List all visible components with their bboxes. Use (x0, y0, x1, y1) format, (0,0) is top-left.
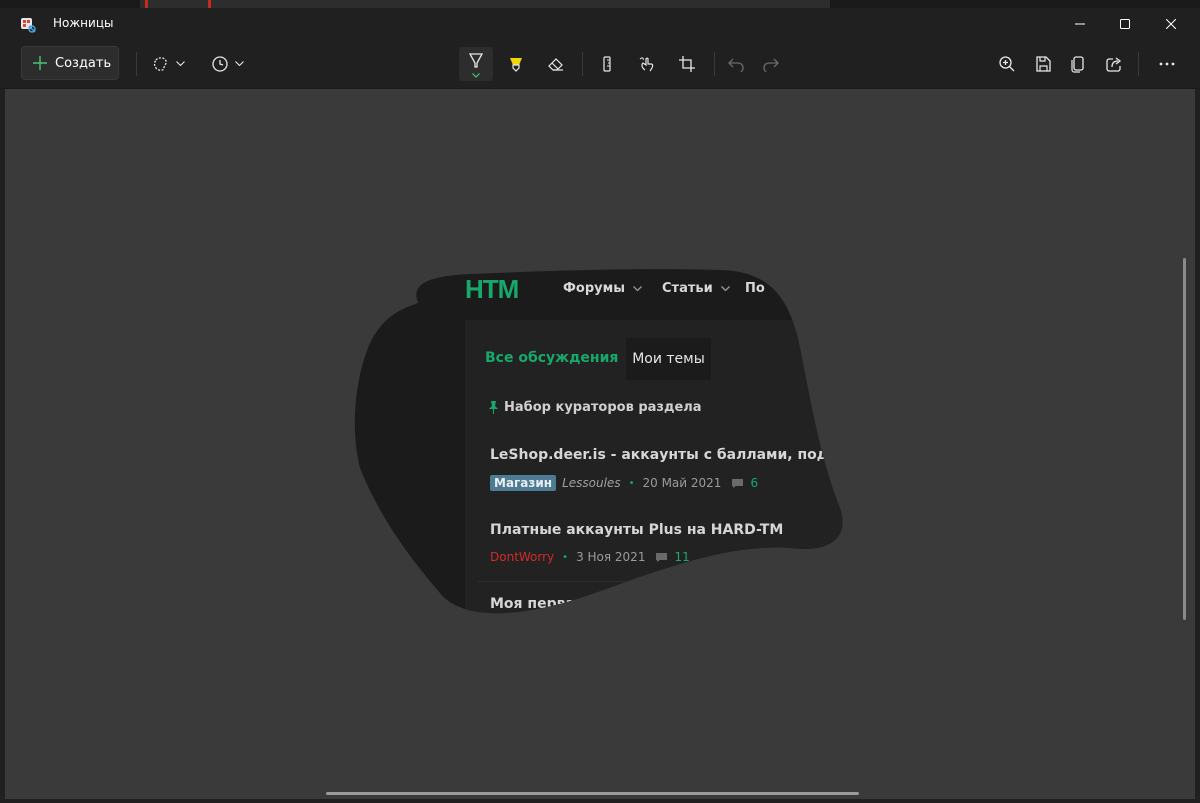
crop-icon (679, 56, 695, 72)
pin-icon (488, 401, 499, 414)
nav-forums-label: Форумы (563, 281, 625, 296)
save-icon (1036, 56, 1051, 72)
ballpoint-pen-button[interactable] (459, 47, 493, 81)
minimize-button[interactable] (1057, 8, 1103, 40)
captured-snip: HTM Форумы Статьи По Все обсуждения Мои … (350, 268, 850, 620)
window-title: Ножницы (53, 16, 114, 30)
thread-date: 20 Май 2021 (642, 476, 722, 490)
title-bar: Ножницы (0, 8, 1200, 40)
thread-date: 3 Ноя 2021 (576, 550, 646, 564)
thread-title: Платные аккаунты Plus на HARD-TM (490, 522, 784, 538)
comment-icon (655, 552, 668, 563)
ruler-button[interactable] (590, 47, 624, 81)
maximize-icon (1120, 19, 1130, 29)
crop-button[interactable] (670, 47, 704, 81)
thread-meta: Магазин Lessoules • 20 Май 2021 6 (490, 475, 758, 491)
separator-dot: • (562, 551, 569, 563)
share-button[interactable] (1097, 47, 1131, 81)
comment-icon (731, 478, 744, 489)
touch-write-icon (639, 57, 654, 72)
zoom-in-icon (999, 56, 1015, 72)
new-snip-label: Создать (55, 55, 112, 71)
nav-articles-label: Статьи (662, 281, 713, 296)
new-snip-button[interactable]: Создать (21, 46, 119, 80)
zoom-button[interactable] (990, 47, 1024, 81)
thread-author: Lessoules (562, 476, 621, 490)
tab-my-topics: Мои темы (626, 338, 711, 380)
close-icon (1166, 19, 1176, 29)
delay-dropdown[interactable] (206, 47, 248, 81)
nav-more-label: По (745, 281, 765, 296)
toolbar-divider (136, 52, 137, 76)
chevron-down-icon (472, 73, 480, 78)
chevron-down-icon (721, 286, 730, 292)
tab-all-discussions: Все обсуждения (485, 350, 619, 366)
snip-mode-dropdown[interactable] (147, 47, 189, 81)
maximize-button[interactable] (1102, 8, 1148, 40)
snipping-tool-window: Ножницы Создать HTM Форумы Статьи По Все… (0, 0, 1200, 803)
separator-dot: • (628, 477, 635, 489)
toolbar: Создать (0, 40, 1200, 89)
toolbar-divider (582, 52, 583, 76)
timer-icon (211, 56, 228, 72)
more-options-button[interactable] (1150, 47, 1184, 81)
undo-button[interactable] (719, 47, 753, 81)
site-logo: HTM (465, 274, 519, 304)
copy-icon (1071, 56, 1084, 73)
pinned-thread-title: Набор кураторов раздела (504, 400, 702, 415)
more-icon (1159, 62, 1175, 66)
freeform-shape-icon (153, 57, 167, 71)
toolbar-divider (1138, 52, 1139, 76)
eraser-icon (548, 58, 563, 71)
comment-count: 6 (750, 476, 759, 490)
nav-forums: Форумы (563, 281, 642, 296)
vertical-scrollbar[interactable] (1183, 258, 1186, 620)
share-icon (1106, 57, 1122, 72)
thread-meta: DontWorry • 3 Ноя 2021 11 (490, 550, 690, 564)
horizontal-scrollbar[interactable] (326, 792, 859, 795)
touch-writing-button[interactable] (630, 47, 664, 81)
shop-badge: Магазин (490, 475, 556, 491)
nav-articles: Статьи (662, 281, 730, 296)
chevron-down-icon (234, 61, 244, 67)
close-button[interactable] (1148, 8, 1194, 40)
pen-icon (468, 53, 484, 68)
app-icon (21, 18, 36, 33)
chevron-down-icon (175, 61, 185, 67)
thread-author: DontWorry (490, 550, 555, 564)
save-button[interactable] (1026, 47, 1060, 81)
copy-button[interactable] (1061, 47, 1095, 81)
background-window-strip (0, 0, 1200, 8)
redo-icon (763, 58, 779, 73)
toolbar-divider (714, 52, 715, 76)
pinned-thread: Набор кураторов раздела (488, 400, 702, 415)
nav-more: По (745, 281, 765, 296)
ruler-icon (603, 56, 611, 72)
highlighter-button[interactable] (499, 47, 533, 81)
undo-icon (728, 58, 744, 73)
redo-button[interactable] (754, 47, 788, 81)
minimize-icon (1075, 23, 1085, 25)
highlighter-icon (510, 58, 522, 72)
chevron-down-icon (633, 286, 642, 292)
eraser-button[interactable] (539, 47, 573, 81)
plus-icon (33, 56, 47, 70)
